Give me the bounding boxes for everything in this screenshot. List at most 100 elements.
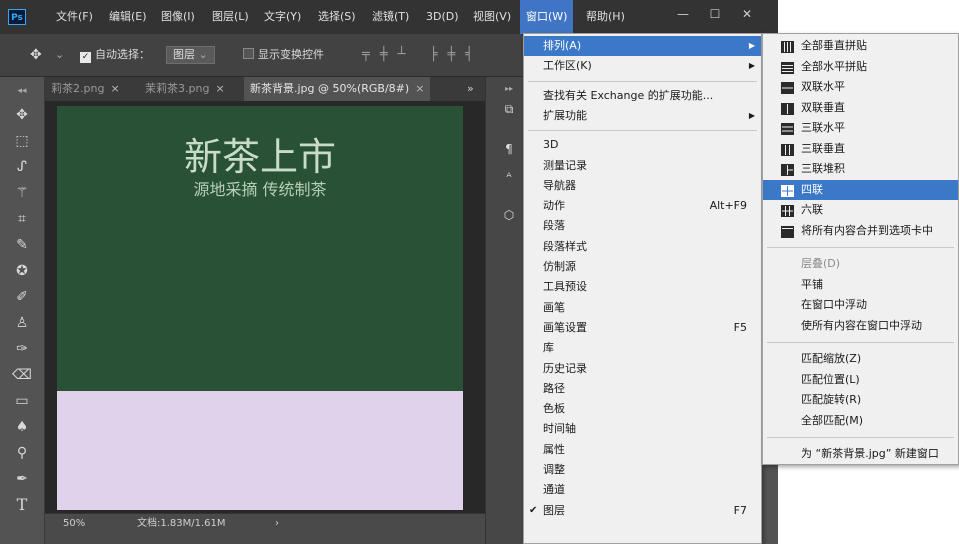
window-menu-item-扩展功能[interactable]: 扩展功能 ▶ — [524, 106, 761, 126]
arrange-menu-item-全部垂直拼贴[interactable]: 全部垂直拼贴 — [763, 36, 958, 56]
blur-tool-icon[interactable]: ♠ — [8, 415, 36, 439]
clone-stamp-tool-icon[interactable]: ♙ — [8, 311, 36, 335]
move-tool-icon[interactable]: ✥ — [8, 103, 36, 127]
window-menu-item-3d[interactable]: 3D — [524, 135, 761, 155]
arrange-menu-item-匹配缩放[interactable]: 匹配缩放(Z) — [763, 349, 958, 369]
show-transform-checkbox[interactable]: 显示变换控件 — [243, 45, 324, 65]
window-menu-item-导航器[interactable]: 导航器 — [524, 176, 761, 196]
window-menu-item-画笔[interactable]: 画笔 — [524, 298, 761, 318]
pen-tool-icon[interactable]: ✒ — [8, 467, 36, 491]
crop-tool-icon[interactable]: ⌗ — [8, 207, 36, 231]
move-tool-icon[interactable]: ✥ — [30, 45, 42, 65]
menu-item-label: 双联垂直 — [801, 100, 845, 114]
arrange-menu-item-全部水平拼贴[interactable]: 全部水平拼贴 — [763, 57, 958, 77]
menu-type[interactable]: 文字(Y) — [258, 0, 307, 34]
window-menu-item-通道[interactable]: 通道 — [524, 480, 761, 500]
tab-xinchabeijing[interactable]: 新茶背景.jpg @ 50%(RGB/8#) × — [244, 77, 431, 101]
window-menu-item-图层[interactable]: ✔ 图层 F7 — [524, 501, 761, 521]
menu-3d[interactable]: 3D(D) — [420, 0, 465, 34]
close-icon[interactable]: × — [110, 82, 119, 95]
tab-overflow-icon[interactable]: » — [461, 77, 480, 101]
dodge-tool-icon[interactable]: ⚲ — [8, 441, 36, 465]
menu-item-label: 画笔设置 — [543, 320, 587, 334]
close-icon[interactable]: × — [215, 82, 224, 95]
menu-view[interactable]: 视图(V) — [467, 0, 517, 34]
3d-panel-icon[interactable]: ⬡ — [496, 205, 522, 225]
tool-preset-chevron-icon[interactable]: ⌄ — [55, 45, 64, 65]
panel-collapse-icon[interactable]: ◂◂ — [8, 79, 36, 103]
menu-help[interactable]: 帮助(H) — [580, 0, 631, 34]
menu-select[interactable]: 选择(S) — [312, 0, 362, 34]
window-menu-item-段落样式[interactable]: 段落样式 — [524, 237, 761, 257]
lasso-tool-icon[interactable]: ᔑ — [8, 155, 36, 179]
arrange-menu-item-全部匹配[interactable]: 全部匹配(M) — [763, 411, 958, 431]
arrange-menu-item-将所有内容合并到选项卡中[interactable]: 将所有内容合并到选项卡中 — [763, 221, 958, 241]
document-canvas[interactable]: 新茶上市 源地采摘 传统制茶 — [57, 106, 463, 510]
marquee-tool-icon[interactable]: ⬚ — [8, 129, 36, 153]
arrange-menu-item-使所有内容在窗口中浮动[interactable]: 使所有内容在窗口中浮动 — [763, 316, 958, 336]
paragraph-panel-icon[interactable]: ¶ — [496, 139, 522, 159]
brush-tool-icon[interactable]: ✐ — [8, 285, 36, 309]
type-tool-icon[interactable]: T — [8, 493, 36, 517]
tab-molicha3[interactable]: 茉莉茶3.png × — [139, 77, 231, 101]
magic-wand-tool-icon[interactable]: ⚚ — [8, 181, 36, 205]
window-menu-item-时间轴[interactable]: 时间轴 — [524, 419, 761, 439]
window-menu-item-历史记录[interactable]: 历史记录 — [524, 359, 761, 379]
zoom-level[interactable]: 50% — [63, 514, 85, 534]
menu-item-label: 三联垂直 — [801, 141, 845, 155]
align-buttons-icon[interactable]: ╤╪┴ ╞╪╡ — [362, 45, 483, 65]
arrange-menu-item-为-新茶背景-jpg-新建窗口[interactable]: 为 “新茶背景.jpg” 新建窗口 — [763, 444, 958, 464]
arrange-menu-item-六联[interactable]: 六联 — [763, 200, 958, 220]
minimize-button[interactable]: — — [668, 4, 698, 24]
arrange-menu-item-平铺[interactable]: 平铺 — [763, 275, 958, 295]
close-button[interactable]: ✕ — [732, 4, 762, 24]
window-menu-item-画笔设置[interactable]: 画笔设置 F5 — [524, 318, 761, 338]
history-panel-icon[interactable]: ⧉ — [496, 99, 522, 119]
window-menu-item-色板[interactable]: 色板 — [524, 399, 761, 419]
submenu-arrow-icon: ▶ — [748, 61, 755, 71]
arrange-menu-item-匹配位置[interactable]: 匹配位置(L) — [763, 370, 958, 390]
tab-molicha2[interactable]: 莉茶2.png × — [45, 77, 126, 101]
menu-file[interactable]: 文件(F) — [50, 0, 99, 34]
eraser-tool-icon[interactable]: ⌫ — [8, 363, 36, 387]
arrange-menu-item-三联堆积[interactable]: 三联堆积 — [763, 159, 958, 179]
arrange-menu-item-三联垂直[interactable]: 三联垂直 — [763, 139, 958, 159]
window-menu-item-库[interactable]: 库 — [524, 338, 761, 358]
arrange-menu-item-双联垂直[interactable]: 双联垂直 — [763, 98, 958, 118]
window-menu-item-调整[interactable]: 调整 — [524, 460, 761, 480]
menu-window[interactable]: 窗口(W) — [520, 0, 574, 34]
arrange-menu-item-匹配旋转[interactable]: 匹配旋转(R) — [763, 390, 958, 410]
window-menu-item-排列[interactable]: 排列(A) ▶ — [524, 36, 761, 56]
arrange-menu-item-双联水平[interactable]: 双联水平 — [763, 77, 958, 97]
window-menu-item-测量记录[interactable]: 测量记录 — [524, 156, 761, 176]
close-icon[interactable]: × — [415, 82, 424, 95]
menu-filter[interactable]: 滤镜(T) — [366, 0, 415, 34]
document-tabs: 莉茶2.png × 茉莉茶3.png × 新茶背景.jpg @ 50%(RGB/8#… — [45, 77, 485, 101]
window-menu-item-工作区[interactable]: 工作区(K) ▶ — [524, 56, 761, 76]
menu-edit[interactable]: 编辑(E) — [103, 0, 153, 34]
gradient-tool-icon[interactable]: ▭ — [8, 389, 36, 413]
window-menu-item-工具预设[interactable]: 工具预设 — [524, 277, 761, 297]
panel-expand-icon[interactable]: ▸▸ — [496, 79, 522, 99]
history-brush-tool-icon[interactable]: ✑ — [8, 337, 36, 361]
menu-layer[interactable]: 图层(L) — [206, 0, 255, 34]
menu-item-label: 扩展功能 — [543, 108, 587, 122]
auto-select-checkbox[interactable]: ✓ 自动选择： — [80, 45, 150, 65]
window-menu-item-动作[interactable]: 动作 Alt+F9 — [524, 196, 761, 216]
healing-brush-tool-icon[interactable]: ✪ — [8, 259, 36, 283]
menu-item-label: 导航器 — [543, 178, 576, 192]
eyedropper-tool-icon[interactable]: ✎ — [8, 233, 36, 257]
menu-image[interactable]: 图像(I) — [155, 0, 201, 34]
window-menu-item-查找有关-exchange-的扩展功能[interactable]: 查找有关 Exchange 的扩展功能... — [524, 86, 761, 106]
arrange-menu-item-在窗口中浮动[interactable]: 在窗口中浮动 — [763, 295, 958, 315]
window-menu-item-路径[interactable]: 路径 — [524, 379, 761, 399]
window-menu-item-仿制源[interactable]: 仿制源 — [524, 257, 761, 277]
arrange-menu-item-四联[interactable]: 四联 — [763, 179, 958, 200]
maximize-button[interactable]: ☐ — [700, 4, 730, 24]
character-panel-icon[interactable]: ᴬ — [496, 167, 522, 187]
arrange-menu-item-三联水平[interactable]: 三联水平 — [763, 118, 958, 138]
auto-select-dropdown[interactable]: 图层 ⌄ — [166, 45, 215, 65]
window-menu-item-段落[interactable]: 段落 — [524, 216, 761, 236]
status-arrow-icon[interactable]: › — [275, 514, 279, 534]
window-menu-item-属性[interactable]: 属性 — [524, 440, 761, 460]
